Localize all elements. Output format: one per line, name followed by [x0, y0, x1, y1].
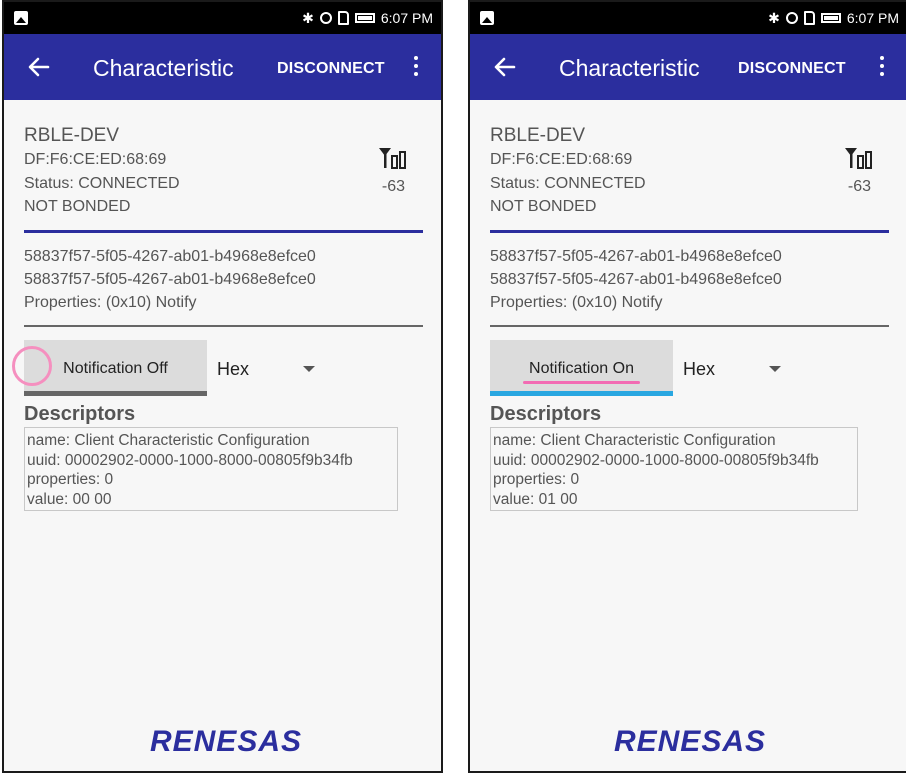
divider	[490, 230, 889, 233]
descriptor-name: name: Client Characteristic Configuratio…	[493, 432, 776, 449]
phone-screen-notification-off: ✱ 6:07 PM Characteristic DISCONNECT RBLE…	[2, 0, 443, 773]
service-uuid: 58837f57-5f05-4267-ab01-b4968e8efce0	[24, 248, 316, 265]
connection-status: Status: CONNECTED	[490, 175, 646, 192]
battery-icon	[354, 13, 375, 23]
svg-text:RENESAS: RENESAS	[150, 725, 302, 758]
descriptor-uuid: uuid: 00002902-0000-1000-8000-00805f9b34…	[493, 451, 819, 469]
divider	[490, 325, 889, 327]
disconnect-button[interactable]: DISCONNECT	[738, 59, 846, 79]
descriptor-properties: properties: 0	[27, 471, 114, 488]
sd-card-icon	[337, 11, 349, 25]
descriptor-card: name: Client Characteristic Configuratio…	[490, 427, 858, 511]
notification-toggle-label: Notification Off	[63, 360, 168, 377]
disconnect-button[interactable]: DISCONNECT	[277, 59, 385, 79]
svg-text:RENESAS: RENESAS	[614, 725, 766, 758]
status-bar: ✱ 6:07 PM	[4, 2, 441, 34]
phone-screen-notification-on: ✱ 6:07 PM Characteristic DISCONNECT RBLE…	[468, 0, 906, 773]
dropdown-arrow-icon	[769, 366, 781, 372]
notification-toggle-button[interactable]: Notification On	[490, 340, 673, 396]
format-select-value: Hex	[683, 359, 716, 379]
descriptor-properties: properties: 0	[493, 471, 580, 488]
descriptor-card: name: Client Characteristic Configuratio…	[24, 427, 398, 511]
app-bar: Characteristic DISCONNECT	[4, 34, 441, 100]
signal-strength-icon	[845, 148, 872, 169]
renesas-logo: RENESAS	[614, 725, 766, 758]
service-uuid: 58837f57-5f05-4267-ab01-b4968e8efce0	[490, 248, 782, 265]
app-bar: Characteristic DISCONNECT	[470, 34, 906, 100]
clock: 6:07 PM	[846, 10, 899, 26]
signal-strength-icon	[379, 148, 406, 169]
dropdown-arrow-icon	[303, 366, 315, 372]
overflow-menu-icon[interactable]	[413, 56, 419, 80]
highlight-underline	[523, 381, 640, 384]
sd-card-icon	[803, 11, 815, 25]
image-icon	[14, 11, 28, 25]
divider	[24, 325, 423, 327]
page-title: Characteristic	[559, 55, 700, 81]
format-select-value: Hex	[217, 359, 250, 379]
connection-status: Status: CONNECTED	[24, 175, 180, 192]
page-title: Characteristic	[93, 55, 234, 81]
status-bar: ✱ 6:07 PM	[470, 2, 906, 34]
image-icon	[480, 11, 494, 25]
descriptor-name: name: Client Characteristic Configuratio…	[27, 432, 310, 449]
characteristic-uuid: 58837f57-5f05-4267-ab01-b4968e8efce0	[24, 271, 316, 288]
overflow-menu-icon[interactable]	[879, 56, 885, 80]
notification-toggle-button[interactable]: Notification Off	[12, 340, 207, 396]
descriptor-value: value: 00 00	[27, 490, 112, 508]
characteristic-properties: Properties: (0x10) Notify	[24, 294, 197, 311]
rssi-value: -63	[847, 178, 871, 195]
device-name: RBLE-DEV	[490, 125, 586, 146]
gear-icon	[785, 12, 798, 24]
bluetooth-icon: ✱	[302, 10, 314, 26]
clock: 6:07 PM	[380, 10, 433, 26]
descriptor-value: value: 01 00	[493, 490, 578, 508]
descriptor-uuid: uuid: 00002902-0000-1000-8000-00805f9b34…	[27, 451, 353, 469]
notification-toggle-label: Notification On	[529, 360, 634, 377]
device-address: DF:F6:CE:ED:68:69	[490, 151, 633, 168]
bluetooth-icon: ✱	[768, 10, 780, 26]
descriptors-heading: Descriptors	[490, 403, 602, 425]
divider	[24, 230, 423, 233]
descriptors-heading: Descriptors	[24, 403, 136, 425]
renesas-logo: RENESAS	[150, 725, 302, 758]
battery-icon	[820, 13, 841, 23]
device-name: RBLE-DEV	[24, 125, 120, 146]
device-address: DF:F6:CE:ED:68:69	[24, 151, 167, 168]
gear-icon	[319, 12, 332, 24]
bond-status: NOT BONDED	[24, 198, 131, 215]
back-arrow-icon[interactable]	[26, 54, 52, 80]
bond-status: NOT BONDED	[490, 198, 597, 215]
format-select[interactable]: Hex	[217, 358, 325, 380]
rssi-value: -63	[381, 178, 405, 195]
back-arrow-icon[interactable]	[492, 54, 518, 80]
format-select[interactable]: Hex	[683, 358, 791, 380]
characteristic-properties: Properties: (0x10) Notify	[490, 294, 663, 311]
characteristic-uuid: 58837f57-5f05-4267-ab01-b4968e8efce0	[490, 271, 782, 288]
